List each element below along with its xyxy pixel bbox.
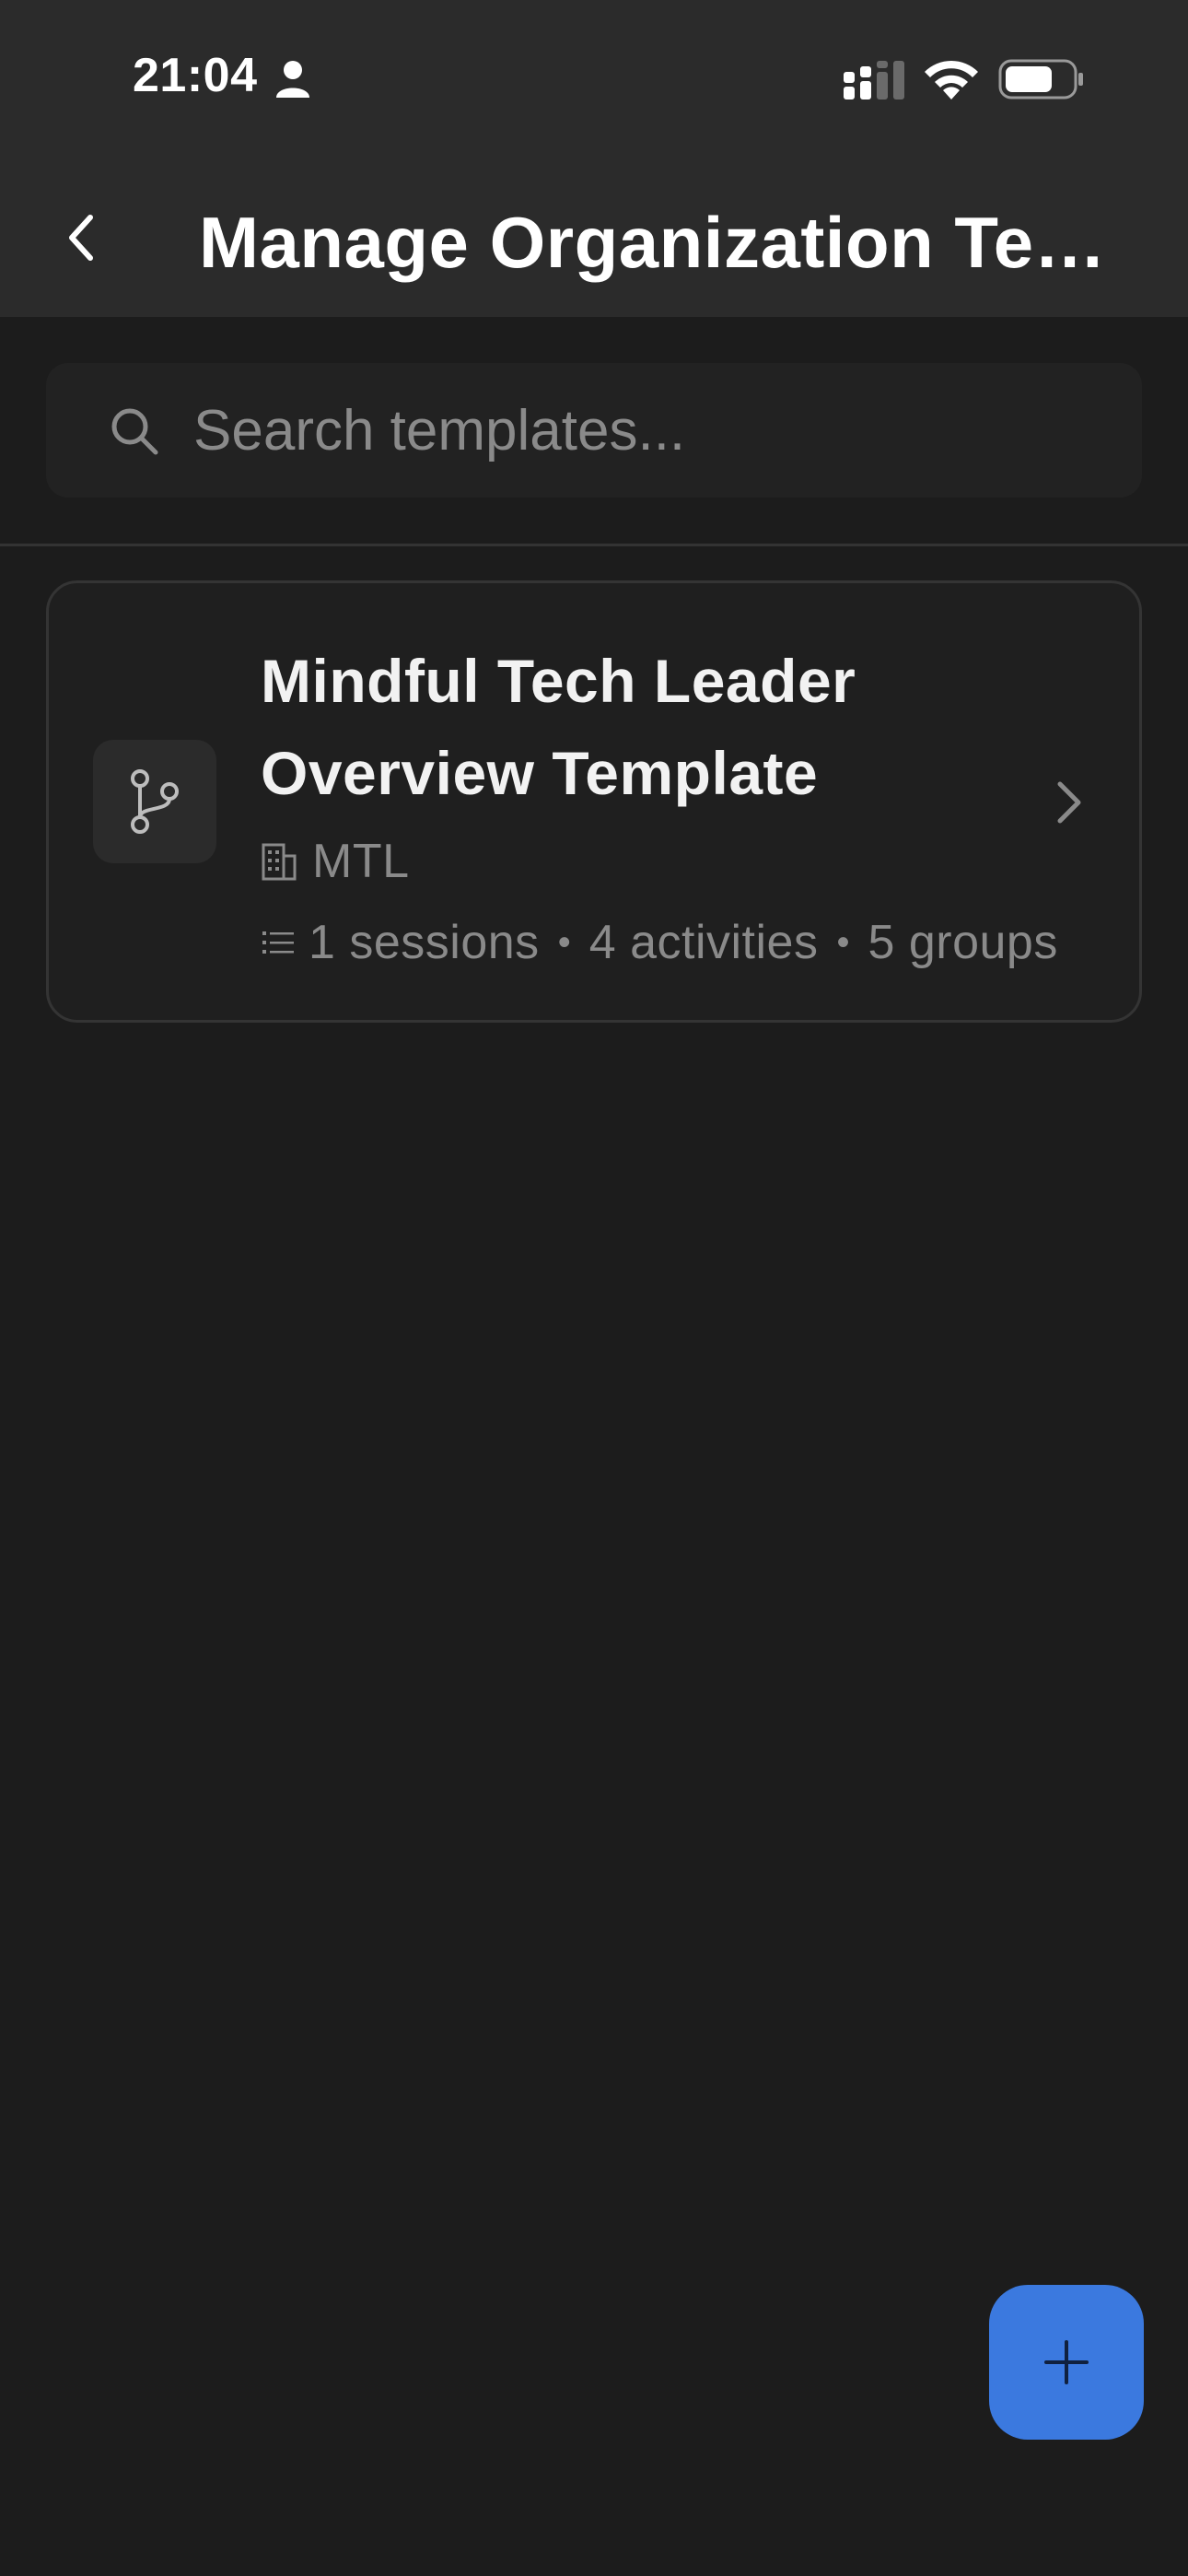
git-branch-icon (131, 769, 179, 834)
template-title: Mindful Tech Leader Overview Template (261, 647, 856, 807)
add-template-button[interactable] (989, 2285, 1144, 2440)
search-box[interactable] (46, 363, 1142, 498)
person-icon (276, 61, 309, 98)
list-icon (262, 931, 294, 954)
sessions-count: 1 sessions (309, 916, 540, 969)
plus-icon (1044, 2340, 1089, 2384)
status-time: 21:04 (133, 49, 258, 102)
cellular-signal-icon (844, 61, 904, 100)
separator-dot: • (836, 921, 850, 963)
search-icon (111, 408, 158, 455)
template-organization: MTL (261, 834, 410, 889)
groups-count: 5 groups (868, 916, 1058, 969)
template-card[interactable]: Mindful Tech Leader Overview Template MT… (46, 580, 1142, 1023)
battery-icon (998, 59, 1083, 100)
chevron-left-icon (69, 215, 93, 261)
activities-count: 4 activities (588, 916, 819, 969)
divider (0, 544, 1188, 546)
building-icon (262, 843, 297, 881)
template-stats: 1 sessions • 4 activities • 5 groups (261, 913, 1058, 972)
organization-label: MTL (312, 835, 410, 888)
search-input[interactable] (193, 391, 1114, 470)
template-icon-box (93, 740, 216, 863)
page-title: Manage Organization Templates (199, 202, 1166, 283)
screen: 21:04 Manage Organization Templ Search t… (0, 0, 1188, 2576)
wifi-icon (925, 60, 978, 100)
header: 21:04 Manage Organization Templ (0, 0, 1188, 317)
back-button[interactable] (48, 205, 114, 271)
separator-dot: • (557, 921, 571, 963)
chevron-right-icon (1057, 781, 1081, 824)
